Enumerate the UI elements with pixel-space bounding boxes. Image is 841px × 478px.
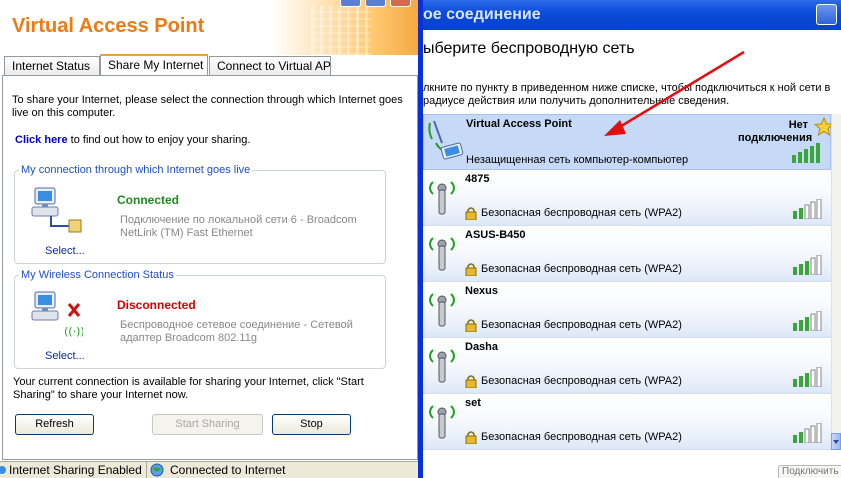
window-title: Virtual Access Point xyxy=(12,15,205,37)
titlebar: ое соединение xyxy=(423,0,841,30)
tab-connect-to-virtual-ap[interactable]: Connect to Virtual AP xyxy=(209,56,331,75)
network-item-asus-b450[interactable]: ASUS-B450 Безопасная беспроводная сеть (… xyxy=(423,226,831,282)
antenna-icon xyxy=(429,237,455,271)
network-security: Безопасная беспроводная сеть (WPA2) xyxy=(481,431,682,443)
lock-icon xyxy=(465,319,477,332)
virtual-access-point-window: Virtual Access Point Internet Status Sha… xyxy=(0,0,421,478)
wireless-status-legend: My Wireless Connection Status xyxy=(21,269,174,281)
lock-icon xyxy=(465,207,477,220)
wireless-adapter: Беспроводное сетевое соединение - Сетево… xyxy=(120,319,353,344)
antenna-icon xyxy=(429,405,455,439)
network-security: Безопасная беспроводная сеть (WPA2) xyxy=(481,207,682,219)
lan-computer-icon xyxy=(31,187,82,233)
wireless-networks-window: ое соединение ыберите беспроводную сеть … xyxy=(423,0,841,478)
globe-icon xyxy=(150,463,164,477)
maximize-button[interactable] xyxy=(365,0,386,7)
network-item-4875[interactable]: 4875 Безопасная беспроводная сеть (WPA2) xyxy=(423,170,831,226)
network-item-dasha[interactable]: Dasha Безопасная беспроводная сеть (WPA2… xyxy=(423,338,831,394)
connection-status: Нет подключения xyxy=(738,119,813,144)
scroll-down-button[interactable] xyxy=(831,433,841,450)
my-connection-status: Connected xyxy=(117,193,180,207)
signal-strength-icon xyxy=(793,199,822,219)
status-bar: Internet Sharing Enabled Connected to In… xyxy=(0,461,421,478)
wireless-status: Disconnected xyxy=(117,298,196,312)
antenna-icon xyxy=(429,293,455,327)
sharing-status-text: Internet Sharing Enabled xyxy=(9,463,142,477)
network-item-set[interactable]: set Безопасная беспроводная сеть (WPA2) xyxy=(423,394,831,450)
network-security: Безопасная беспроводная сеть (WPA2) xyxy=(481,263,682,275)
network-name: Nexus xyxy=(465,285,499,297)
titlebar-button[interactable] xyxy=(816,4,837,25)
wireless-select-link[interactable]: Select... xyxy=(45,350,85,362)
vertical-scrollbar[interactable] xyxy=(831,114,841,450)
network-name: set xyxy=(465,397,481,409)
svg-text:((·)): ((·)) xyxy=(64,325,83,338)
titlebar-title: ое соединение xyxy=(423,6,541,23)
minimize-button[interactable] xyxy=(340,0,361,7)
signal-strength-icon xyxy=(793,311,822,331)
signal-strength-icon xyxy=(792,143,820,163)
sharing-status-icon xyxy=(0,466,6,474)
instructions-text: лкните по пункту в приведенном ниже спис… xyxy=(423,82,831,107)
vap-header: Virtual Access Point xyxy=(0,0,421,55)
intro-text: To share your Internet, please select th… xyxy=(12,94,403,119)
network-name: 4875 xyxy=(465,173,490,185)
share-my-internet-panel: To share your Internet, please select th… xyxy=(2,75,418,460)
network-list: Virtual Access Point Нет подключения Нез… xyxy=(423,114,834,450)
lock-icon xyxy=(465,431,477,444)
adhoc-computer-icon xyxy=(428,120,464,160)
refresh-button[interactable]: Refresh xyxy=(15,414,94,435)
stop-button[interactable]: Stop xyxy=(272,414,351,435)
header-banner-graphic xyxy=(271,0,421,55)
wireless-computer-icon: ((·)) xyxy=(31,291,83,338)
signal-strength-icon xyxy=(793,367,822,387)
help-suffix: to find out how to enjoy your sharing. xyxy=(70,134,251,146)
tab-share-my-internet[interactable]: Share My Internet xyxy=(100,54,208,75)
tab-strip: Internet Status Share My Internet Connec… xyxy=(4,54,416,75)
choose-network-heading: ыберите беспроводную сеть xyxy=(423,40,635,57)
screenshot-root: Virtual Access Point Internet Status Sha… xyxy=(0,0,841,478)
my-connection-select-link[interactable]: Select... xyxy=(45,245,85,257)
internet-status-text: Connected to Internet xyxy=(170,463,286,477)
my-connection-adapter: Подключение по локальной сети 6 - Broadc… xyxy=(120,214,357,239)
network-name: Dasha xyxy=(465,341,499,353)
sharing-note: Your current connection is available for… xyxy=(13,376,364,401)
my-connection-legend: My connection through which Internet goe… xyxy=(21,164,251,176)
lock-icon xyxy=(465,375,477,388)
network-security: Безопасная беспроводная сеть (WPA2) xyxy=(481,375,682,387)
connect-button[interactable]: Подключить xyxy=(778,465,841,478)
network-security: Незащищенная сеть компьютер-компьютер xyxy=(466,154,689,166)
network-item-nexus[interactable]: Nexus Безопасная беспроводная сеть (WPA2… xyxy=(423,282,831,338)
network-item-virtual-access-point[interactable]: Virtual Access Point Нет подключения Нез… xyxy=(423,114,834,170)
antenna-icon xyxy=(429,181,455,215)
lock-icon xyxy=(465,263,477,276)
status-separator xyxy=(146,462,147,478)
network-name: Virtual Access Point xyxy=(466,118,572,130)
start-sharing-button[interactable]: Start Sharing xyxy=(152,414,263,435)
click-here-link[interactable]: Click here xyxy=(15,134,68,146)
network-security: Безопасная беспроводная сеть (WPA2) xyxy=(481,319,682,331)
signal-strength-icon xyxy=(793,423,822,443)
help-line: Click here to find out how to enjoy your… xyxy=(15,134,250,147)
signal-strength-icon xyxy=(793,255,822,275)
tab-internet-status[interactable]: Internet Status xyxy=(4,56,100,75)
antenna-icon xyxy=(429,349,455,383)
network-name: ASUS-B450 xyxy=(465,229,526,241)
close-button[interactable] xyxy=(390,0,411,7)
